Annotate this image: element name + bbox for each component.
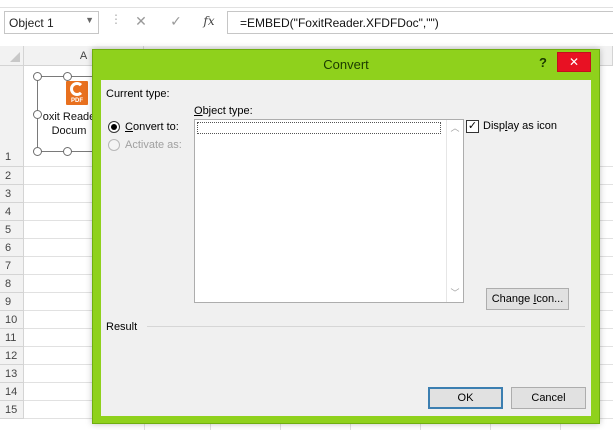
pdf-icon-label: PDF: [71, 98, 83, 104]
row-header[interactable]: 7: [0, 257, 24, 275]
name-box[interactable]: Object 1 ▼: [4, 11, 99, 34]
cancel-entry-icon[interactable]: ✕: [130, 10, 152, 33]
object-type-label-access-key: O: [194, 105, 203, 117]
object-type-label: Object type:: [194, 105, 253, 117]
select-all-button[interactable]: [0, 46, 24, 66]
row-header[interactable]: 3: [0, 185, 24, 203]
formula-input[interactable]: =EMBED("FoxitReader.XFDFDoc",""): [228, 11, 613, 34]
row-header[interactable]: 15: [0, 401, 24, 419]
pdf-icon: PDF: [66, 81, 88, 105]
convert-to-radio[interactable]: [108, 121, 120, 133]
confirm-entry-icon[interactable]: ✓: [165, 10, 187, 33]
ribbon-edge: [0, 0, 613, 8]
row-header[interactable]: 2: [0, 167, 24, 185]
vertical-scrollbar[interactable]: ︿ ﹀: [446, 120, 463, 302]
row-header[interactable]: 11: [0, 329, 24, 347]
list-item[interactable]: [197, 122, 441, 134]
dialog-body: Current type: Object type: Convert to: A…: [101, 80, 591, 416]
row-header[interactable]: 12: [0, 347, 24, 365]
display-as-icon-label-part: ay as icon: [507, 120, 557, 132]
name-box-value: Object 1: [9, 16, 54, 30]
result-divider: [147, 326, 585, 327]
change-icon-label-part: Change: [491, 293, 534, 305]
object-type-label-part: bject type:: [202, 105, 253, 117]
row-header[interactable]: 5: [0, 221, 24, 239]
display-as-icon-checkbox[interactable]: ✓: [466, 120, 479, 133]
convert-to-label-part: onvert to:: [132, 121, 179, 133]
chevron-down-icon[interactable]: ▼: [85, 15, 94, 25]
convert-to-label[interactable]: Convert to:: [125, 121, 179, 133]
change-icon-label-part: con...: [536, 293, 564, 305]
more-options-icon: ⋮: [110, 12, 122, 26]
select-all-icon: [10, 52, 20, 62]
change-icon-button[interactable]: Change Icon...: [486, 288, 569, 310]
resize-handle[interactable]: [63, 72, 72, 81]
scroll-down-icon[interactable]: ﹀: [447, 285, 463, 302]
dialog-title: Convert: [323, 57, 369, 72]
row-header[interactable]: 10: [0, 311, 24, 329]
resize-handle[interactable]: [63, 147, 72, 156]
convert-dialog: Convert ? ✕ Current type: Object type: C…: [92, 49, 600, 424]
display-as-icon-label-part: Disp: [483, 120, 506, 132]
dialog-titlebar[interactable]: Convert ? ✕: [93, 50, 599, 79]
activate-as-radio[interactable]: [108, 139, 120, 151]
row-header[interactable]: 4: [0, 203, 24, 221]
row-header[interactable]: 9: [0, 293, 24, 311]
row-header[interactable]: 8: [0, 275, 24, 293]
resize-handle[interactable]: [33, 147, 42, 156]
formula-text: =EMBED("FoxitReader.XFDFDoc",""): [240, 16, 439, 30]
convert-to-label-access-key: C: [125, 121, 133, 133]
row-header[interactable]: 1: [0, 66, 24, 167]
foxit-logo-icon: [70, 82, 84, 96]
row-header[interactable]: 14: [0, 383, 24, 401]
row-header[interactable]: 6: [0, 239, 24, 257]
resize-handle[interactable]: [33, 72, 42, 81]
insert-function-icon[interactable]: fx: [198, 10, 220, 33]
resize-handle[interactable]: [33, 110, 42, 119]
cancel-button[interactable]: Cancel: [511, 387, 586, 409]
current-type-label: Current type:: [106, 88, 170, 100]
embedded-pdf-object[interactable]: PDF oxit Reade Docum: [33, 72, 97, 156]
display-as-icon-label[interactable]: Display as icon: [483, 120, 557, 132]
formula-bar: Object 1 ▼ ⋮ ✕ ✓ fx =EMBED("FoxitReader.…: [0, 0, 613, 46]
help-button[interactable]: ?: [535, 53, 551, 73]
row-header[interactable]: 13: [0, 365, 24, 383]
close-button[interactable]: ✕: [557, 52, 591, 72]
scroll-up-icon[interactable]: ︿: [447, 120, 463, 137]
ok-button[interactable]: OK: [428, 387, 503, 409]
object-type-list[interactable]: ︿ ﹀: [194, 119, 464, 303]
result-label: Result: [106, 321, 138, 333]
activate-as-label: Activate as:: [125, 139, 182, 151]
